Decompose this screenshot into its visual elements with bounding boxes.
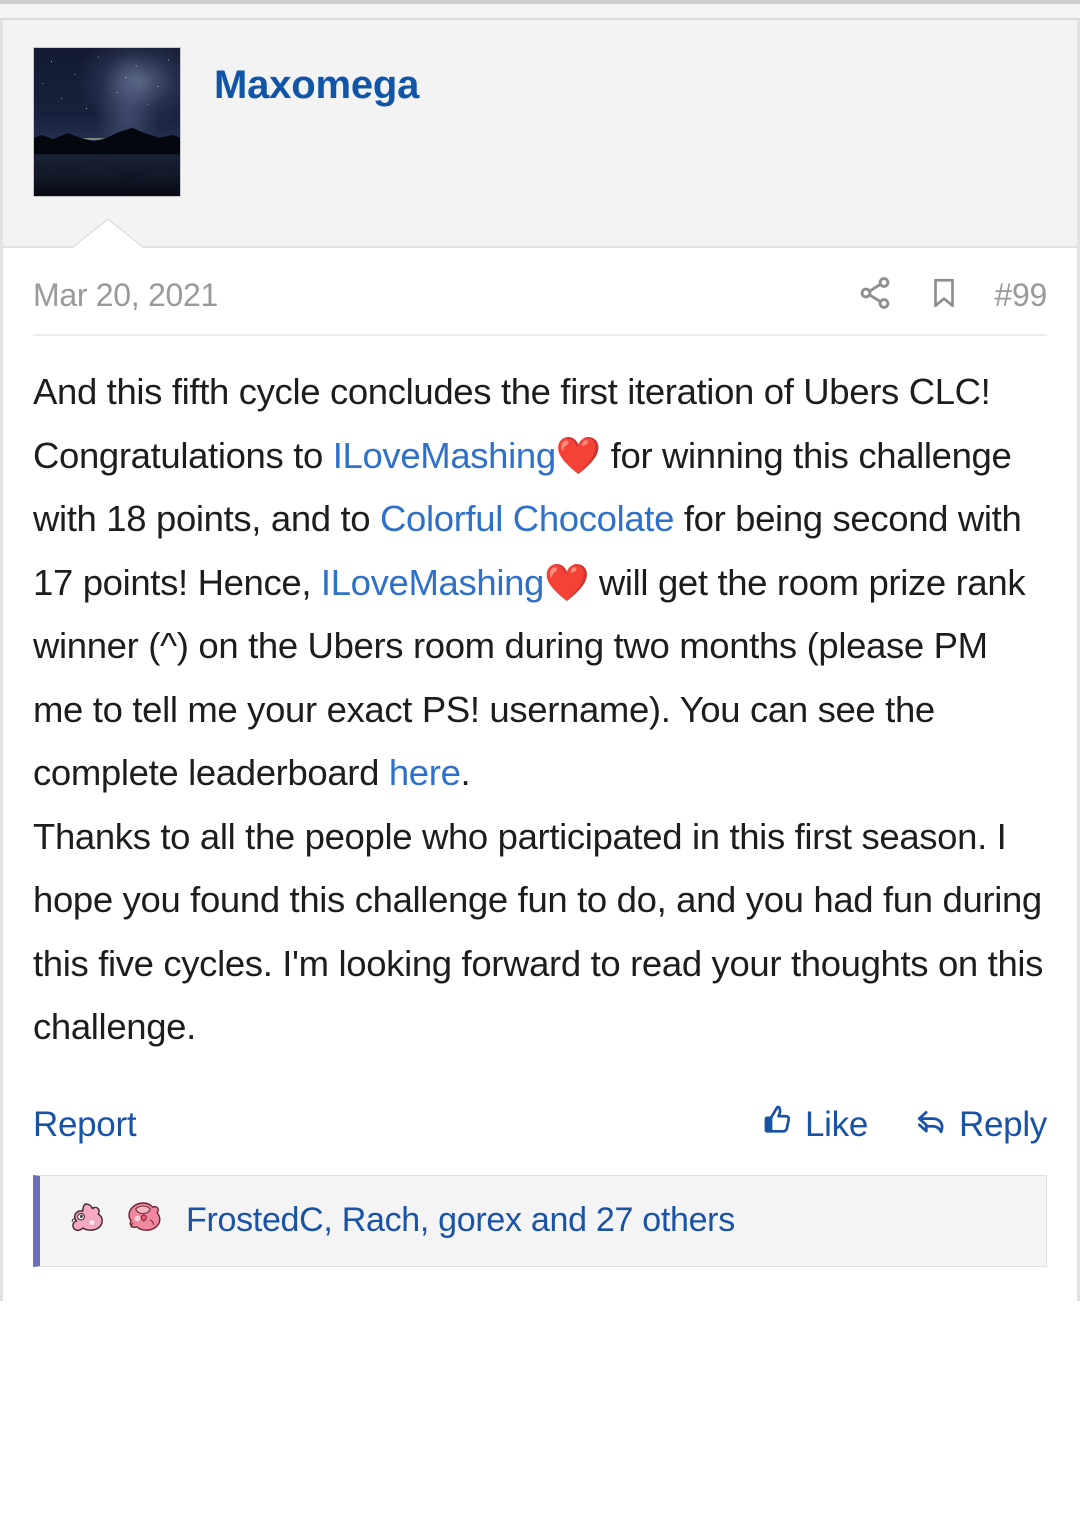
heart-emoji-1: ❤️ — [555, 434, 601, 476]
reply-button[interactable]: Reply — [913, 1103, 1047, 1146]
speech-pointer — [73, 220, 143, 248]
report-button[interactable]: Report — [33, 1105, 137, 1145]
pink-pokemon-sprite-icon — [62, 1199, 108, 1243]
like-button[interactable]: Like — [761, 1103, 868, 1146]
bookmark-icon[interactable] — [927, 275, 961, 316]
avatar-water — [34, 154, 180, 196]
heart-emoji-2: ❤️ — [543, 561, 590, 603]
avatar[interactable] — [33, 47, 181, 197]
post-paragraph-1: And this fifth cycle concludes the first… — [33, 360, 1047, 805]
pink-pokemon-sprite-2-icon — [120, 1199, 166, 1243]
thumbs-up-icon — [761, 1103, 795, 1146]
author-username[interactable]: Maxomega — [214, 65, 419, 105]
share-icon[interactable] — [857, 275, 893, 316]
forum-post: Maxomega Mar 20, 2021 #99 And this fifth… — [0, 20, 1080, 1301]
post-body: And this fifth cycle concludes the first… — [3, 336, 1077, 1059]
post-actions: Report Like Reply — [3, 1059, 1077, 1155]
forum-post-page: Maxomega Mar 20, 2021 #99 And this fifth… — [0, 0, 1080, 1518]
post-actions-right: Like Reply — [761, 1103, 1047, 1146]
post-meta-actions: #99 — [857, 275, 1048, 316]
reply-label: Reply — [959, 1104, 1047, 1144]
reply-arrow-icon — [913, 1103, 949, 1146]
post-paragraph-2: Thanks to all the people who participate… — [33, 815, 1044, 1048]
likes-section: FrostedC, Rach, gorex and 27 others — [3, 1155, 1077, 1301]
likes-bar[interactable]: FrostedC, Rach, gorex and 27 others — [33, 1174, 1047, 1267]
post-date: Mar 20, 2021 — [33, 276, 218, 313]
user-link-ilovemashing-2[interactable]: ILoveMashing — [321, 562, 544, 603]
body-text-seg5: . — [460, 752, 471, 793]
user-link-ilovemashing-1[interactable]: ILoveMashing — [333, 435, 556, 476]
leaderboard-link[interactable]: here — [389, 752, 461, 793]
user-link-colorful-chocolate[interactable]: Colorful Chocolate — [380, 498, 674, 539]
post-author-header: Maxomega — [3, 20, 1077, 248]
like-label: Like — [805, 1104, 869, 1144]
post-meta-row: Mar 20, 2021 #99 — [3, 248, 1077, 320]
post-number[interactable]: #99 — [995, 277, 1048, 314]
previous-post-strip — [0, 0, 1080, 20]
page-top-edge — [0, 0, 1080, 4]
likes-text[interactable]: FrostedC, Rach, gorex and 27 others — [186, 1201, 735, 1240]
